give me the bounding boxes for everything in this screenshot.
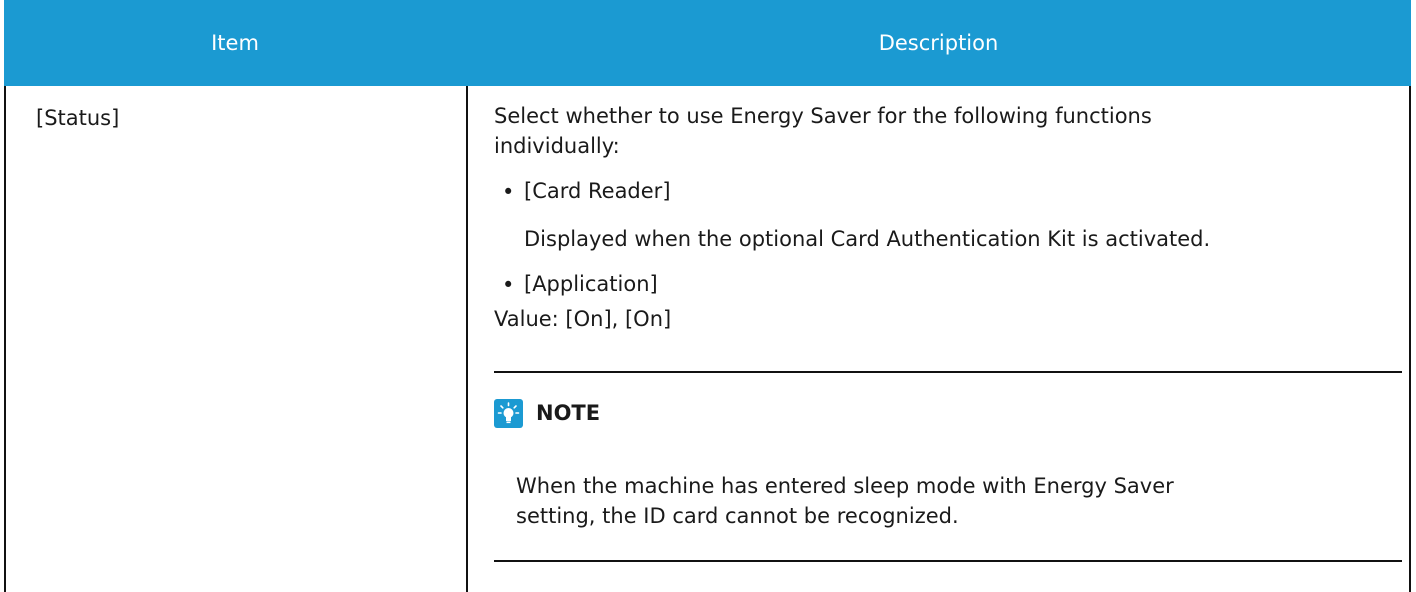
note-top-rule [494, 371, 1402, 373]
header-description: Description [878, 31, 999, 55]
item-cell: [Status] [36, 106, 120, 130]
bullet-card-reader-detail: Displayed when the optional Card Authent… [524, 227, 1211, 251]
table-row: [Status] Select whether to use Energy Sa… [4, 86, 1411, 592]
column-divider [466, 86, 468, 592]
note-bottom-rule [494, 560, 1402, 562]
bullet-marker: • [502, 180, 515, 204]
intro-line-2: individually: [494, 134, 620, 158]
value-text: Value: [On], [On] [494, 307, 672, 331]
note-line-1: When the machine has entered sleep mode … [516, 474, 1174, 498]
intro-line-1: Select whether to use Energy Saver for t… [494, 104, 1152, 128]
table-header: Item Description [4, 0, 1411, 86]
bullet-card-reader: [Card Reader] [524, 179, 671, 203]
note-lightbulb-icon [494, 399, 523, 428]
note-line-2: setting, the ID card cannot be recognize… [516, 504, 959, 528]
settings-table: Item Description [Status] Select whether… [4, 0, 1411, 592]
header-item: Item [211, 31, 259, 55]
bullet-marker: • [502, 273, 515, 297]
bullet-application: [Application] [524, 272, 658, 296]
note-title: NOTE [536, 401, 601, 425]
